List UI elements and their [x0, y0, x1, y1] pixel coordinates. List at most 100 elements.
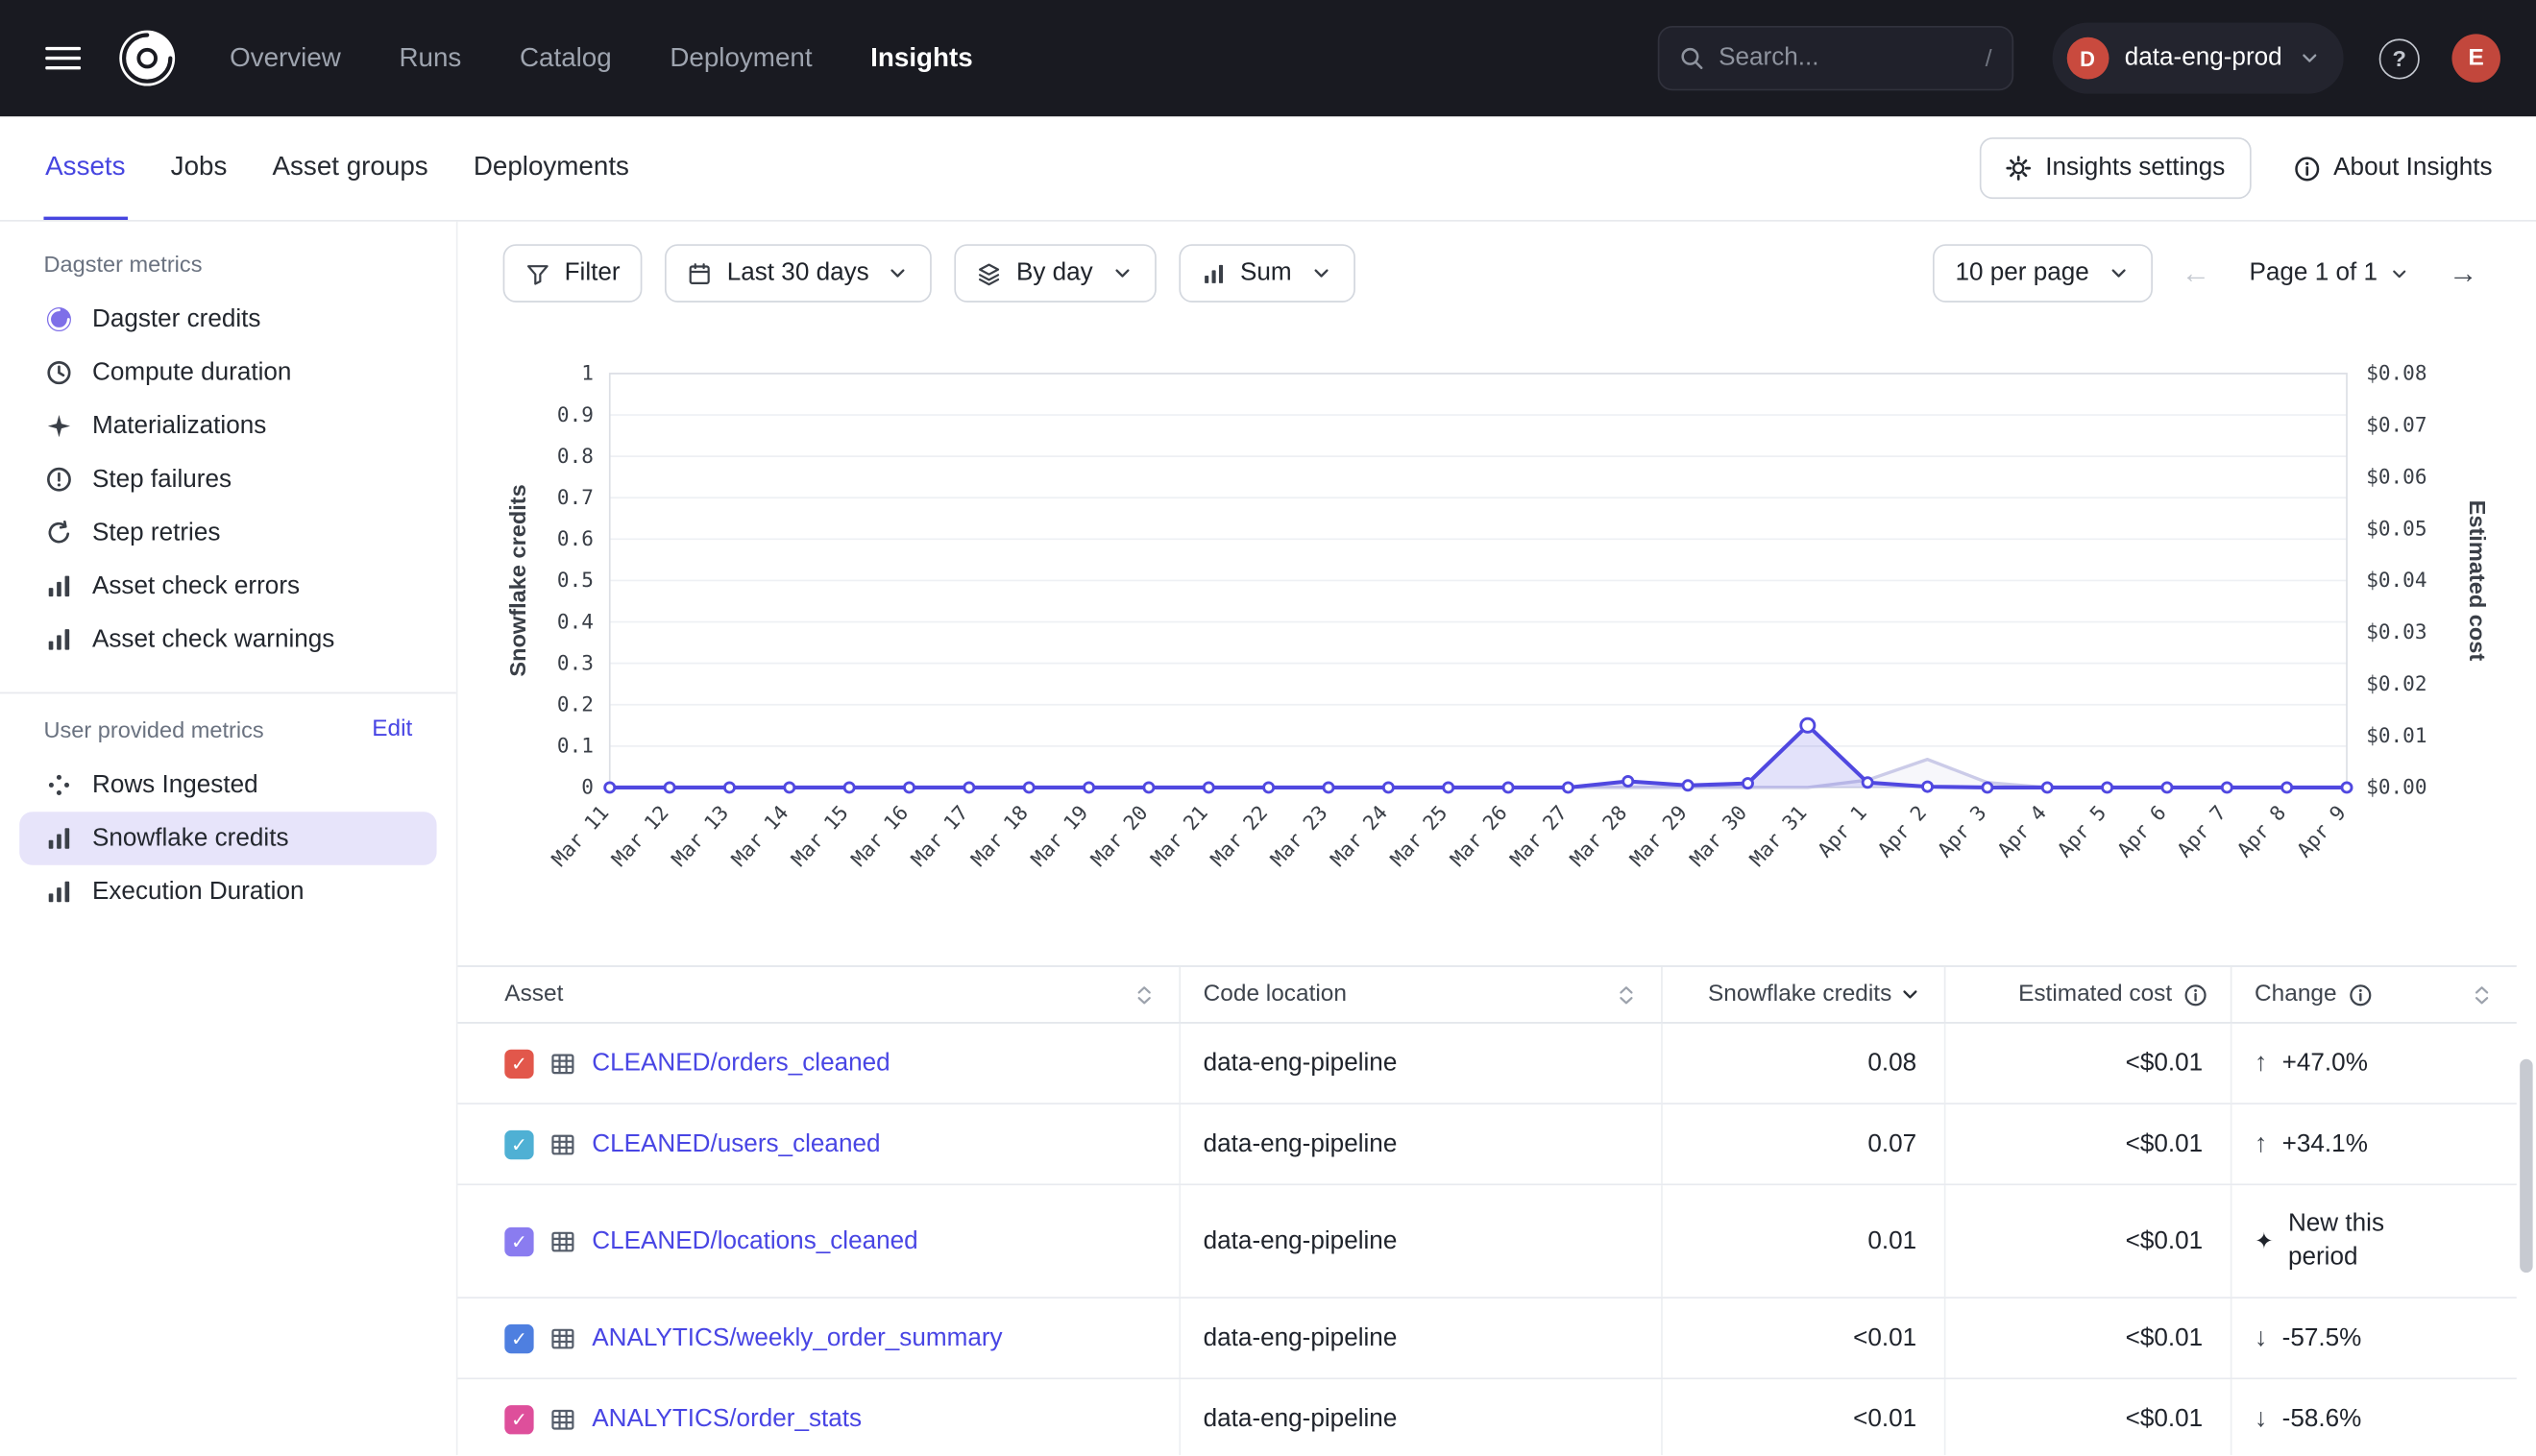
search-input[interactable]: Search... / — [1657, 26, 2012, 90]
tab-asset-groups[interactable]: Asset groups — [271, 116, 430, 220]
sidebar-item-rows-ingested[interactable]: Rows Ingested — [19, 759, 436, 813]
asset-link[interactable]: CLEANED/orders_cleaned — [592, 1049, 890, 1078]
svg-text:Apr 4: Apr 4 — [1992, 801, 2051, 862]
sidebar-item-label: Compute duration — [92, 358, 291, 387]
help-icon[interactable]: ? — [2379, 38, 2420, 79]
about-insights-label: About Insights — [2333, 154, 2492, 182]
sort-icon[interactable] — [1133, 983, 1157, 1007]
credits-value: <0.01 — [1663, 1379, 1946, 1455]
search-icon — [1678, 45, 1704, 71]
tab-deployments[interactable]: Deployments — [472, 116, 630, 220]
next-page-button[interactable]: → — [2436, 244, 2491, 303]
svg-text:0.7: 0.7 — [557, 485, 594, 509]
top-navigation-bar: Overview Runs Catalog Deployment Insights Se… — [0, 0, 2536, 116]
asset-link[interactable]: ANALYTICS/order_stats — [592, 1404, 862, 1433]
arrow-up-icon: ↑ — [2255, 1049, 2267, 1078]
svg-text:Mar 21: Mar 21 — [1146, 801, 1212, 871]
arrow-up-icon: ↑ — [2255, 1129, 2267, 1158]
asset-link[interactable]: CLEANED/locations_cleaned — [592, 1226, 917, 1255]
svg-text:Mar 30: Mar 30 — [1685, 801, 1751, 871]
sidebar-item-label: Asset check errors — [92, 571, 300, 600]
nav-item-insights[interactable]: Insights — [870, 43, 973, 74]
sort-icon[interactable] — [2470, 983, 2494, 1007]
sidebar-item-materializations[interactable]: Materializations — [19, 400, 436, 453]
nav-item-runs[interactable]: Runs — [399, 43, 461, 74]
info-icon[interactable] — [2183, 983, 2207, 1007]
granularity-label: By day — [1016, 258, 1093, 287]
table-row: ✓CLEANED/users_cleaneddata-eng-pipeline0… — [457, 1104, 2516, 1185]
svg-text:Apr 1: Apr 1 — [1813, 801, 1871, 862]
column-header-asset[interactable]: Asset — [457, 967, 1181, 1022]
filter-button[interactable]: Filter — [503, 244, 644, 303]
deployment-switcher[interactable]: D data-eng-prod — [2052, 23, 2344, 94]
sidebar-item-snowflake-credits[interactable]: Snowflake credits — [19, 812, 436, 865]
svg-text:Apr 9: Apr 9 — [2292, 801, 2351, 862]
about-insights-link[interactable]: About Insights — [2293, 154, 2492, 182]
sort-icon[interactable] — [1614, 983, 1638, 1007]
column-label: Snowflake credits — [1708, 982, 1891, 1007]
per-page-dropdown[interactable]: 10 per page — [1933, 244, 2153, 303]
nav-item-overview[interactable]: Overview — [230, 43, 341, 74]
svg-text:0.8: 0.8 — [557, 444, 594, 468]
date-range-label: Last 30 days — [727, 258, 869, 287]
scrollbar[interactable] — [2520, 1059, 2532, 1273]
row-checkbox[interactable]: ✓ — [504, 1404, 533, 1433]
svg-text:Mar 17: Mar 17 — [906, 801, 972, 871]
chevron-down-icon — [2107, 262, 2130, 285]
snowflake-credits-area — [610, 725, 2347, 788]
sidebar-item-label: Asset check warnings — [92, 625, 334, 654]
assets-table: Asset Code location Snowflake credits Estim… — [457, 965, 2516, 1455]
column-header-estimated-cost[interactable]: Estimated cost — [1945, 967, 2231, 1022]
svg-text:Mar 23: Mar 23 — [1265, 801, 1331, 871]
granularity-dropdown[interactable]: By day — [955, 244, 1156, 303]
sidebar-item-execution-duration[interactable]: Execution Duration — [19, 865, 436, 919]
asset-link[interactable]: ANALYTICS/weekly_order_summary — [592, 1323, 1002, 1352]
insights-settings-button[interactable]: Insights settings — [1979, 137, 2251, 199]
page-selector[interactable]: Page 1 of 1 — [2239, 258, 2419, 287]
column-label: Asset — [504, 982, 563, 1007]
change-text: New this period — [2288, 1207, 2430, 1274]
row-checkbox[interactable]: ✓ — [504, 1226, 533, 1255]
column-header-snowflake-credits[interactable]: Snowflake credits — [1663, 967, 1946, 1022]
svg-text:Mar 13: Mar 13 — [667, 801, 733, 871]
aggregation-dropdown[interactable]: Sum — [1179, 244, 1354, 303]
sparkle-icon — [43, 411, 72, 440]
tab-assets[interactable]: Assets — [43, 116, 127, 220]
dagster-logo[interactable] — [113, 24, 182, 92]
prev-page-button[interactable]: ← — [2168, 244, 2223, 303]
bar-chart-icon — [43, 571, 72, 600]
sidebar-item-step-failures[interactable]: Step failures — [19, 452, 436, 506]
menu-icon[interactable] — [36, 36, 90, 81]
change-value: ↑ +47.0% — [2231, 1024, 2516, 1104]
sidebar-item-asset-check-errors[interactable]: Asset check errors — [19, 560, 436, 614]
column-label: Code location — [1204, 982, 1347, 1007]
column-label: Estimated cost — [2018, 982, 2172, 1007]
secondary-series-line — [610, 760, 2347, 788]
table-icon — [549, 1051, 575, 1077]
row-checkbox[interactable]: ✓ — [504, 1049, 533, 1078]
edit-metrics-link[interactable]: Edit — [372, 716, 412, 742]
sidebar-item-step-retries[interactable]: Step retries — [19, 506, 436, 560]
nav-item-catalog[interactable]: Catalog — [520, 43, 612, 74]
sidebar-item-asset-check-warnings[interactable]: Asset check warnings — [19, 613, 436, 667]
date-range-dropdown[interactable]: Last 30 days — [666, 244, 933, 303]
column-header-code-location[interactable]: Code location — [1181, 967, 1663, 1022]
sidebar-item-compute-duration[interactable]: Compute duration — [19, 346, 436, 400]
svg-text:Apr 6: Apr 6 — [2112, 801, 2171, 862]
aggregation-label: Sum — [1240, 258, 1292, 287]
tab-jobs[interactable]: Jobs — [169, 116, 229, 220]
insights-tab-bar: Assets Jobs Asset groups Deployments Insigh… — [0, 116, 2536, 221]
row-checkbox[interactable]: ✓ — [504, 1323, 533, 1352]
filter-icon — [525, 261, 549, 285]
row-checkbox[interactable]: ✓ — [504, 1129, 533, 1158]
user-avatar[interactable]: E — [2451, 34, 2500, 83]
info-icon[interactable] — [2348, 983, 2372, 1007]
nav-item-deployment[interactable]: Deployment — [670, 43, 812, 74]
sidebar-item-dagster-credits[interactable]: Dagster credits — [19, 293, 436, 347]
column-header-change[interactable]: Change — [2231, 967, 2516, 1022]
table-row: ✓ANALYTICS/weekly_order_summarydata-eng-… — [457, 1298, 2516, 1379]
change-text: +47.0% — [2282, 1049, 2368, 1078]
sort-desc-icon[interactable] — [1899, 983, 1922, 1007]
asset-link[interactable]: CLEANED/users_cleaned — [592, 1129, 880, 1158]
svg-text:$0.06: $0.06 — [2366, 464, 2426, 488]
